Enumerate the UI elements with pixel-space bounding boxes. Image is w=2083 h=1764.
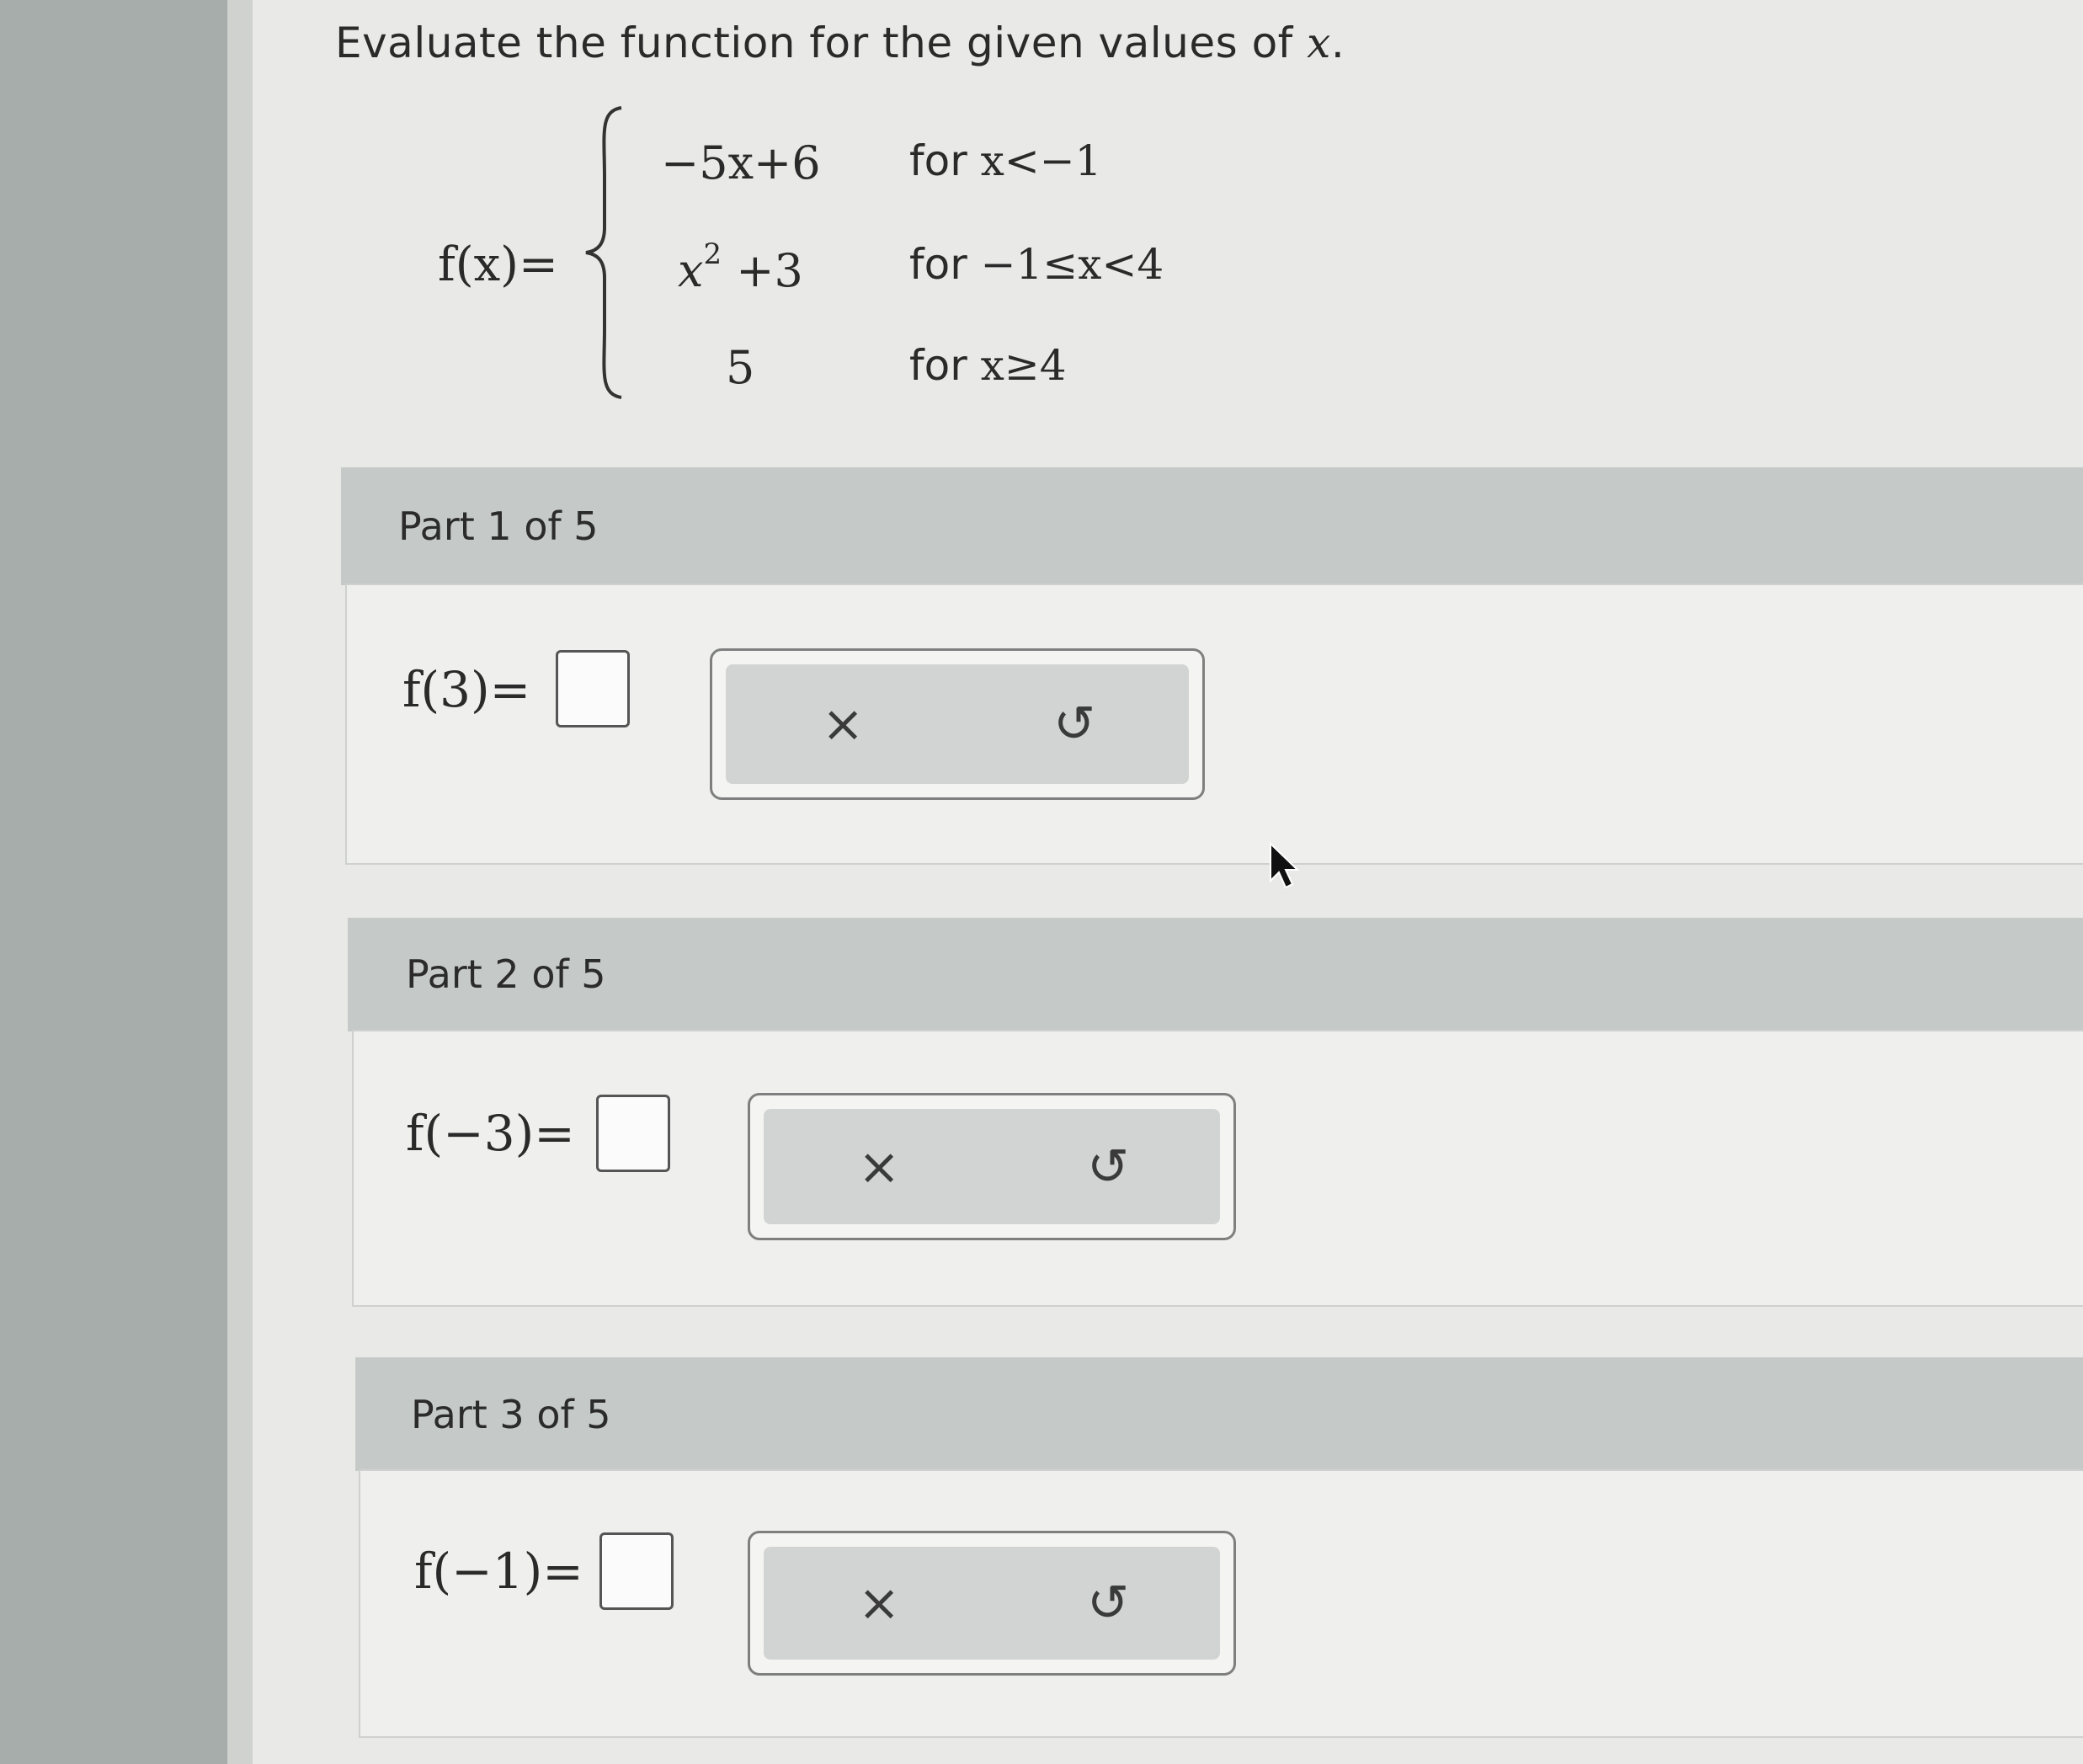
part-3-button-group: × ↺ [748,1531,1236,1676]
part-2-button-panel [764,1109,1220,1224]
part-1-button-panel [726,664,1189,784]
part-1-header [341,467,2083,585]
part-2-function-label: f(−3)= [406,1105,575,1162]
part-2-answer-input[interactable] [596,1095,670,1172]
case-1-inequality: x<−1 [980,136,1102,185]
instruction-variable: x [1307,19,1331,67]
case-2-inequality: −1≤x<4 [980,240,1164,289]
function-lhs: f(x)= [438,237,558,292]
part-2-header [348,918,2083,1031]
case-2-base: x [678,244,704,297]
instruction-text: Evaluate the function for the given valu… [335,19,1345,67]
left-brace-icon [585,106,622,399]
instruction-label: Evaluate the function for the given valu… [335,19,1308,67]
part-1-undo-icon[interactable]: ↺ [1053,695,1095,754]
case-2-exponent: 2 [703,237,722,271]
case-1-for: for [909,136,967,185]
case-2-for: for [909,240,967,289]
part-3-clear-icon[interactable]: × [858,1574,900,1633]
part-2-undo-icon[interactable]: ↺ [1087,1138,1129,1196]
left-sidebar [0,0,244,1764]
part-1-function-label: f(3)= [402,661,531,718]
case-1-condition: for x<−1 [909,136,1101,185]
part-2-button-group: × ↺ [748,1093,1236,1240]
part-1-title: Part 1 of 5 [398,504,599,549]
case-3-for: for [909,341,967,390]
part-1-clear-icon[interactable]: × [822,695,864,754]
part-3-button-panel [764,1547,1220,1660]
case-2-condition: for −1≤x<4 [909,240,1164,289]
part-3-undo-icon[interactable]: ↺ [1087,1574,1129,1633]
case-1-expression: −5x+6 [661,136,821,189]
mouse-pointer-icon [1270,842,1300,889]
instruction-period: . [1330,19,1345,67]
part-3-title: Part 3 of 5 [411,1392,611,1437]
case-2-rest: +3 [722,244,803,297]
part-3-answer-input[interactable] [599,1532,674,1610]
case-3-condition: for x≥4 [909,341,1067,390]
part-3-function-label: f(−1)= [414,1543,583,1600]
part-1-button-group: × ↺ [710,648,1205,800]
part-3-header [355,1357,2083,1471]
case-3-expression: 5 [726,341,755,394]
case-3-inequality: x≥4 [980,341,1067,390]
part-1-answer-input[interactable] [556,650,630,727]
part-2-clear-icon[interactable]: × [858,1138,900,1196]
case-2-expression: x2 +3 [678,237,803,297]
part-2-title: Part 2 of 5 [406,951,606,997]
